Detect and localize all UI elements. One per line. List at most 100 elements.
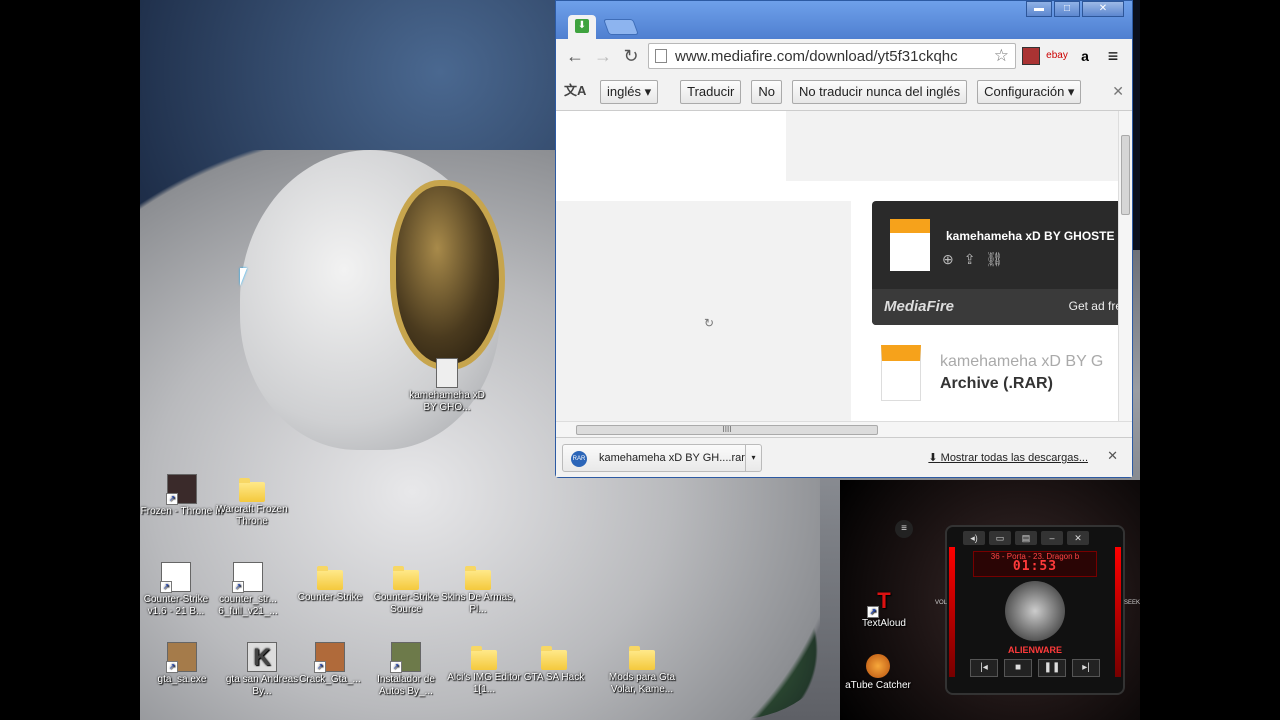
desktop-icon-gta-hack[interactable]: GTA SA Hack: [512, 642, 596, 684]
folder-icon: [471, 646, 497, 670]
vertical-scrollbar[interactable]: [1118, 111, 1132, 421]
show-all-downloads-link[interactable]: ⬇ Mostrar todas las descargas...: [928, 451, 1088, 464]
close-window-button[interactable]: ✕: [1082, 1, 1124, 17]
download-item-label: kamehameha xD BY GH....rar: [599, 452, 745, 464]
close-downloads-icon[interactable]: ✕: [1107, 448, 1118, 464]
page-icon: [655, 49, 667, 63]
scrollbar-thumb[interactable]: [1121, 135, 1130, 215]
player-top-buttons: ◂) ▭ ▤ – ✕: [947, 527, 1123, 549]
never-translate-button[interactable]: No traducir nunca del inglés: [791, 79, 968, 104]
desktop-icon-label: counter_str... 6_full_v21_...: [218, 594, 278, 617]
file-name: kamehameha xD BY G: [940, 353, 1104, 370]
address-url: www.mediafire.com/download/yt5f31ckqhc: [675, 47, 958, 65]
counter-strike-icon: [160, 562, 191, 593]
folder-icon: [393, 566, 419, 590]
language-select[interactable]: inglés ▾: [600, 79, 659, 104]
ebay-extension-icon[interactable]: ebay: [1046, 45, 1068, 67]
new-tab-button[interactable]: [603, 19, 639, 35]
zip-file-icon: [881, 345, 921, 401]
scrollbar-thumb[interactable]: IIII: [576, 425, 878, 435]
back-arrow-icon[interactable]: ←: [564, 45, 586, 67]
card-footer: MediaFire Get ad fre: [872, 289, 1122, 325]
ad-placeholder: [556, 201, 851, 421]
stop-icon[interactable]: ■: [1004, 659, 1032, 677]
atube-icon: [866, 654, 890, 678]
rar-file-icon: RAR: [571, 451, 587, 467]
desktop-icon-label: TextAloud: [862, 618, 906, 629]
seek-label: SEEK: [1124, 600, 1141, 606]
download-favicon-icon: ⬇: [575, 19, 589, 33]
desktop-icon-warcraft[interactable]: Warcraft Frozen Throne: [210, 474, 294, 528]
folder-icon: [239, 478, 265, 502]
gta-icon: K: [247, 642, 277, 672]
desktop-icon-cs-folder[interactable]: Counter-Strike: [288, 562, 372, 604]
tab-download[interactable]: ⬇: [568, 15, 596, 39]
reload-icon[interactable]: ↻: [620, 45, 642, 67]
close-player-icon[interactable]: ✕: [1067, 531, 1089, 545]
ad-free-link[interactable]: Get ad fre: [1069, 299, 1122, 313]
desktop-icon-kamehameha[interactable]: kamehameha xD BY GHO...: [405, 358, 489, 414]
folder-icon[interactable]: ▭: [989, 531, 1011, 545]
previous-icon[interactable]: |◂: [970, 659, 998, 677]
minimize-button[interactable]: ▬: [1026, 1, 1052, 17]
desktop-icon-gta-sa[interactable]: gta_sa.exe: [140, 642, 224, 686]
card-actions[interactable]: ⊕⇪⛓: [942, 251, 1013, 268]
desktop-icon-atube[interactable]: aTube Catcher: [836, 654, 920, 692]
minimize-player-icon[interactable]: –: [1041, 531, 1063, 545]
menu-icon[interactable]: ≡: [1102, 45, 1124, 67]
desktop-icon-label: GTA SA Hack: [523, 672, 585, 683]
desktop-icon-textaloud[interactable]: T TextAloud: [842, 586, 926, 630]
desktop-icon-label: kamehameha xD BY GHO...: [409, 390, 485, 413]
desktop-icon-label: gta_sa.exe: [157, 674, 207, 685]
seek-bar[interactable]: [1115, 547, 1121, 677]
desktop-icon-instalador[interactable]: Instalador de Autos By_...: [364, 642, 448, 698]
file-type: Archive (.RAR): [940, 375, 1053, 392]
translate-button[interactable]: Traducir: [680, 79, 742, 104]
track-time: 01:53: [1012, 559, 1058, 574]
desktop-icon-label: Warcraft Frozen Throne: [216, 504, 288, 527]
close-translate-icon[interactable]: ✕: [1112, 83, 1124, 100]
settings-label: Configuración: [984, 83, 1065, 99]
desktop-icon-label: Crack_Gta_...: [299, 674, 361, 685]
counter-strike-icon: [232, 562, 263, 593]
extension-icon[interactable]: [1022, 47, 1040, 65]
download-item[interactable]: RAR kamehameha xD BY GH....rar ▾: [562, 444, 762, 472]
show-all-label: Mostrar todas las descargas...: [940, 452, 1088, 464]
player-menu-icon[interactable]: ≡: [895, 520, 913, 538]
horizontal-scrollbar[interactable]: IIII: [556, 421, 1132, 437]
address-bar[interactable]: www.mediafire.com/download/yt5f31ckqhc ☆: [648, 43, 1016, 69]
next-icon[interactable]: ▸|: [1072, 659, 1100, 677]
browser-titlebar: ⬇ ▬ □ ✕: [556, 1, 1132, 39]
pause-icon[interactable]: ❚❚: [1038, 659, 1066, 677]
window-controls: ▬ □ ✕: [1026, 1, 1124, 17]
desktop-icon-cs-full[interactable]: counter_str... 6_full_v21_...: [206, 562, 290, 618]
desktop-icon-label: Skins De Armas, Pl...: [441, 592, 515, 615]
translate-settings-button[interactable]: Configuración ▾: [977, 79, 1082, 104]
no-translate-button[interactable]: No: [751, 79, 782, 104]
translate-bar: 文A inglés ▾ Traducir No No traducir nunc…: [556, 73, 1132, 111]
desktop-icon-crack-gta[interactable]: Crack_Gta_...: [288, 642, 372, 686]
player-brand: ALIENWARE: [1008, 645, 1062, 655]
desktop-icon-label: Instalador de Autos By_...: [377, 674, 435, 697]
amazon-extension-icon[interactable]: a: [1074, 45, 1096, 67]
volume-bar[interactable]: [949, 547, 955, 677]
mouse-cursor-icon: [240, 268, 254, 286]
desktop-icon-mods-gta[interactable]: Mods para Gta Volar, Kame...: [600, 642, 684, 696]
desktop-icon-label: Counter-Strike: [297, 592, 363, 603]
ad-placeholder: [786, 111, 1126, 181]
folder-icon: [465, 566, 491, 590]
desktop-icon-label: Alci's IMG Editor 1[1...: [447, 672, 521, 695]
file-icon: [436, 358, 458, 388]
chevron-down-icon[interactable]: ▾: [745, 445, 761, 471]
track-display: 36 - Porta - 23. Dragon b 01:53: [973, 551, 1097, 577]
maximize-button[interactable]: □: [1054, 1, 1080, 17]
bookmark-star-icon[interactable]: ☆: [994, 46, 1009, 66]
forward-arrow-icon[interactable]: →: [592, 45, 614, 67]
zip-file-icon: [890, 219, 930, 271]
media-player: ◂) ▭ ▤ – ✕ 36 - Porta - 23. Dragon b 01:…: [945, 525, 1125, 695]
desktop-icon-label: Counter-Strike Source: [373, 592, 439, 615]
desktop-icon-label: Counter-Strike v1.6 - 21 B...: [143, 594, 209, 617]
desktop-icon-skins[interactable]: Skins De Armas, Pl...: [436, 562, 520, 616]
eq-icon[interactable]: ◂): [963, 531, 985, 545]
playlist-icon[interactable]: ▤: [1015, 531, 1037, 545]
